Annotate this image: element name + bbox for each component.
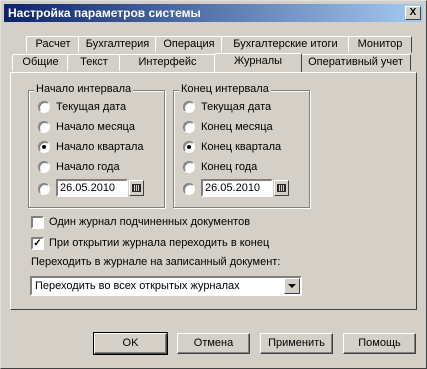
tab-interfeis[interactable]: Интерфейс — [119, 54, 216, 71]
tab-panel-zhurnaly: Начало интервала Текущая дата Начало мес… — [10, 72, 417, 310]
start-interval-group: Начало интервала Текущая дата Начало мес… — [28, 83, 165, 208]
radio-icon[interactable] — [183, 121, 195, 133]
radio-icon[interactable] — [183, 183, 195, 195]
tab-raschet[interactable]: Расчет — [26, 36, 80, 53]
radio-icon[interactable] — [38, 161, 50, 173]
tab-buhgalteriya[interactable]: Бухгалтерия — [78, 36, 157, 53]
goto-select-value: Переходить во всех открытых журналах — [35, 280, 240, 292]
tab-operaciya[interactable]: Операция — [155, 36, 223, 53]
start-interval-legend: Начало интервала — [34, 83, 134, 95]
radio-icon[interactable] — [38, 121, 50, 133]
tab-monitor[interactable]: Монитор — [348, 36, 412, 53]
calendar-icon — [132, 184, 141, 192]
help-button[interactable]: Помощь — [343, 333, 416, 354]
window-title: Настройка параметров системы — [8, 6, 201, 20]
cancel-button[interactable]: Отмена — [177, 333, 250, 354]
dropdown-arrow-icon[interactable] — [284, 278, 300, 294]
start-date-input[interactable]: 26.05.2010 — [56, 179, 128, 197]
ok-button[interactable]: OK — [93, 332, 168, 355]
close-button[interactable]: X — [405, 6, 421, 20]
end-interval-group: Конец интервала Текущая дата Конец месяц… — [173, 83, 310, 208]
goto-label: Переходить в журнале на записанный докум… — [31, 256, 281, 268]
calendar-icon — [277, 184, 286, 192]
tab-operativny-uchet[interactable]: Оперативный учет — [300, 54, 411, 71]
end-option-custom-date[interactable] — [183, 181, 198, 197]
checkbox-icon[interactable] — [31, 216, 44, 229]
radio-icon[interactable] — [183, 101, 195, 113]
settings-dialog: Настройка параметров системы X Расчет Бу… — [0, 0, 427, 369]
tab-obschie[interactable]: Общие — [12, 54, 69, 71]
goto-select[interactable]: Переходить во всех открытых журналах — [30, 276, 302, 296]
end-interval-legend: Конец интервала — [179, 83, 271, 95]
start-option-custom-date[interactable] — [38, 181, 53, 197]
radio-selected-icon[interactable] — [183, 141, 195, 153]
end-calendar-button[interactable] — [274, 180, 289, 196]
tab-tekst[interactable]: Текст — [67, 54, 121, 71]
tab-buh-itogi[interactable]: Бухгалтерские итоги — [221, 36, 350, 53]
radio-selected-icon[interactable] — [38, 141, 50, 153]
checkbox-checked-icon[interactable]: ✓ — [31, 237, 44, 250]
tab-zhurnaly[interactable]: Журналы — [214, 53, 302, 72]
radio-icon[interactable] — [38, 183, 50, 195]
start-calendar-button[interactable] — [129, 180, 144, 196]
radio-icon[interactable] — [38, 101, 50, 113]
end-date-input[interactable]: 26.05.2010 — [201, 179, 273, 197]
apply-button[interactable]: Применить — [260, 333, 333, 354]
title-bar[interactable]: Настройка параметров системы X — [4, 4, 423, 22]
radio-icon[interactable] — [183, 161, 195, 173]
